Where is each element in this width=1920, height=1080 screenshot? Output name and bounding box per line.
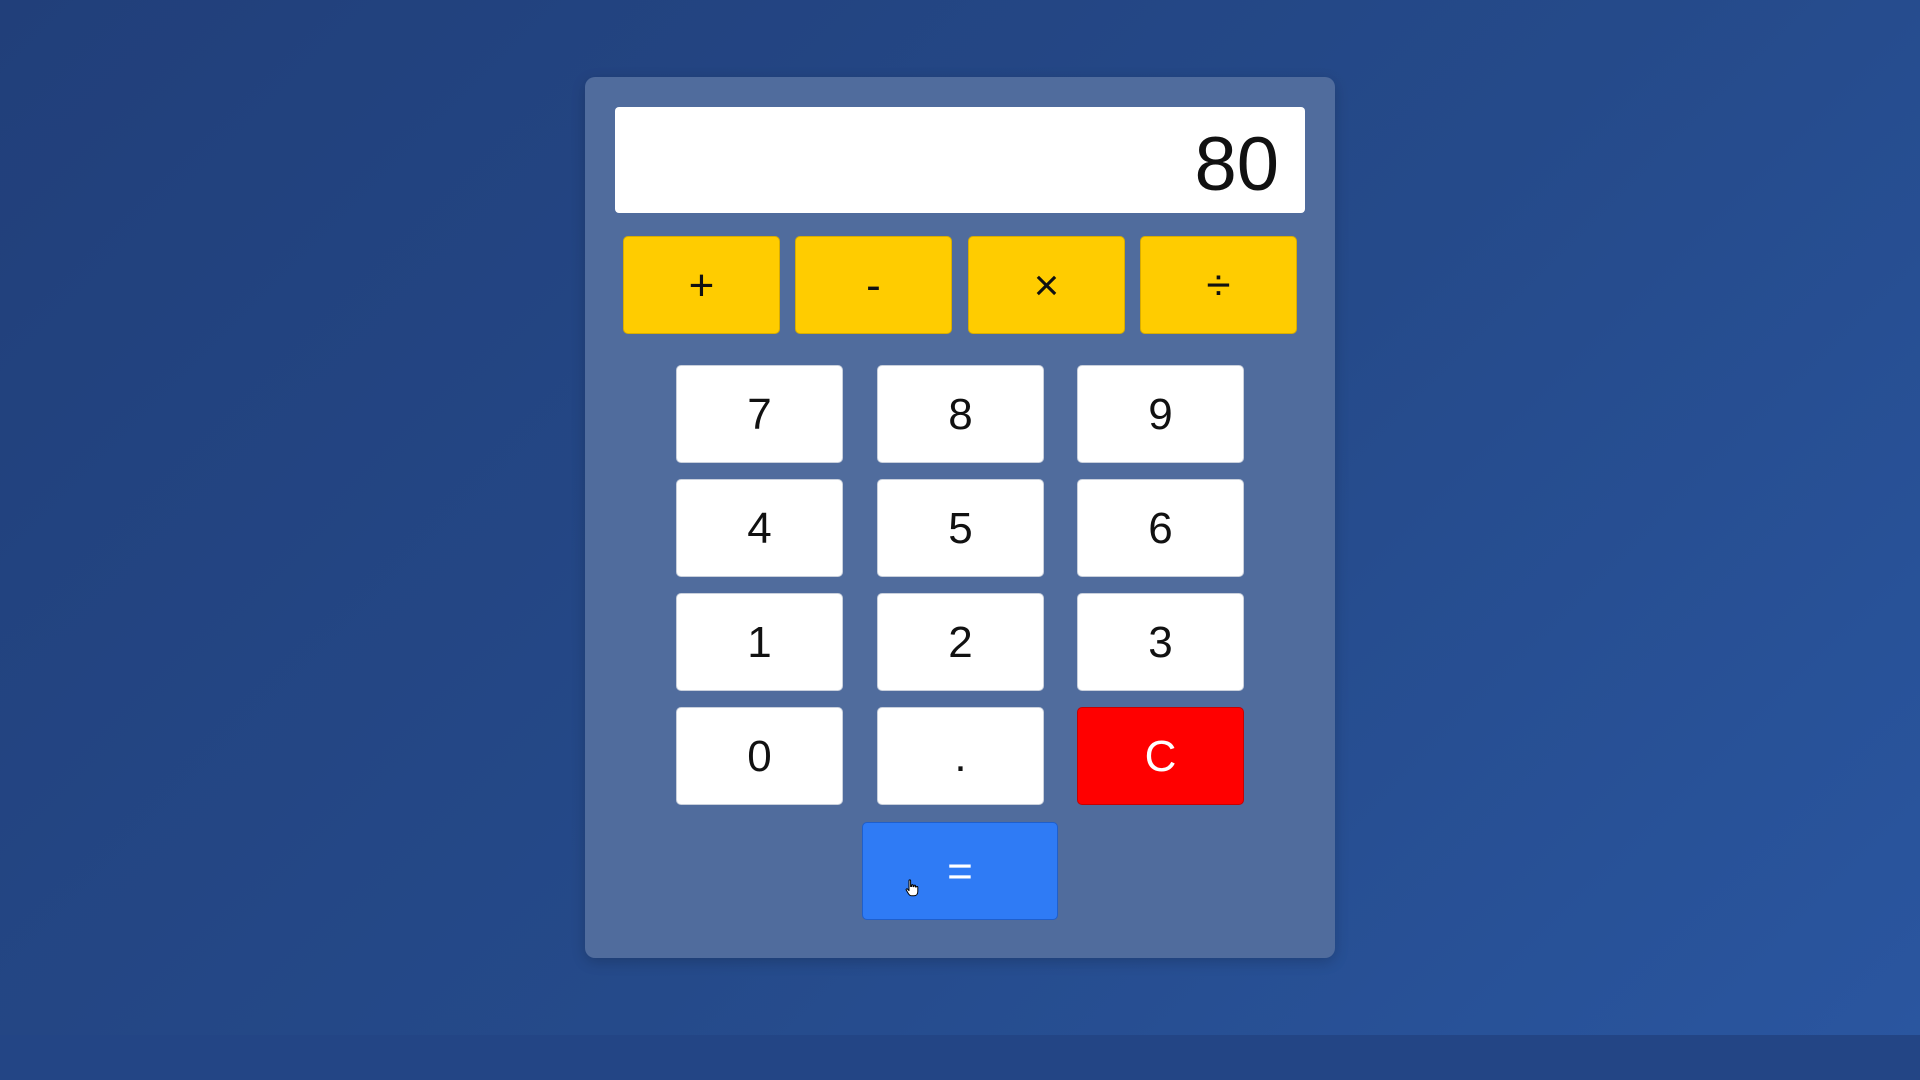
digit-9-button[interactable]: 9 <box>1077 365 1244 463</box>
digit-2-button[interactable]: 2 <box>877 593 1044 691</box>
hand-pointer-icon <box>905 879 919 897</box>
calculator-panel: 80 + - × ÷ 7 8 9 4 5 6 1 2 3 0 . C = <box>585 77 1335 958</box>
add-button[interactable]: + <box>623 236 780 334</box>
equals-button[interactable]: = <box>862 822 1058 920</box>
divide-button[interactable]: ÷ <box>1140 236 1297 334</box>
digit-5-button[interactable]: 5 <box>877 479 1044 577</box>
digit-0-button[interactable]: 0 <box>676 707 843 805</box>
calculator-display: 80 <box>615 107 1305 213</box>
digit-8-button[interactable]: 8 <box>877 365 1044 463</box>
multiply-button[interactable]: × <box>968 236 1125 334</box>
digit-6-button[interactable]: 6 <box>1077 479 1244 577</box>
decimal-point-button[interactable]: . <box>877 707 1044 805</box>
bottom-strip <box>0 1035 1920 1080</box>
digit-7-button[interactable]: 7 <box>676 365 843 463</box>
digit-4-button[interactable]: 4 <box>676 479 843 577</box>
digit-3-button[interactable]: 3 <box>1077 593 1244 691</box>
subtract-button[interactable]: - <box>795 236 952 334</box>
clear-button[interactable]: C <box>1077 707 1244 805</box>
digit-1-button[interactable]: 1 <box>676 593 843 691</box>
